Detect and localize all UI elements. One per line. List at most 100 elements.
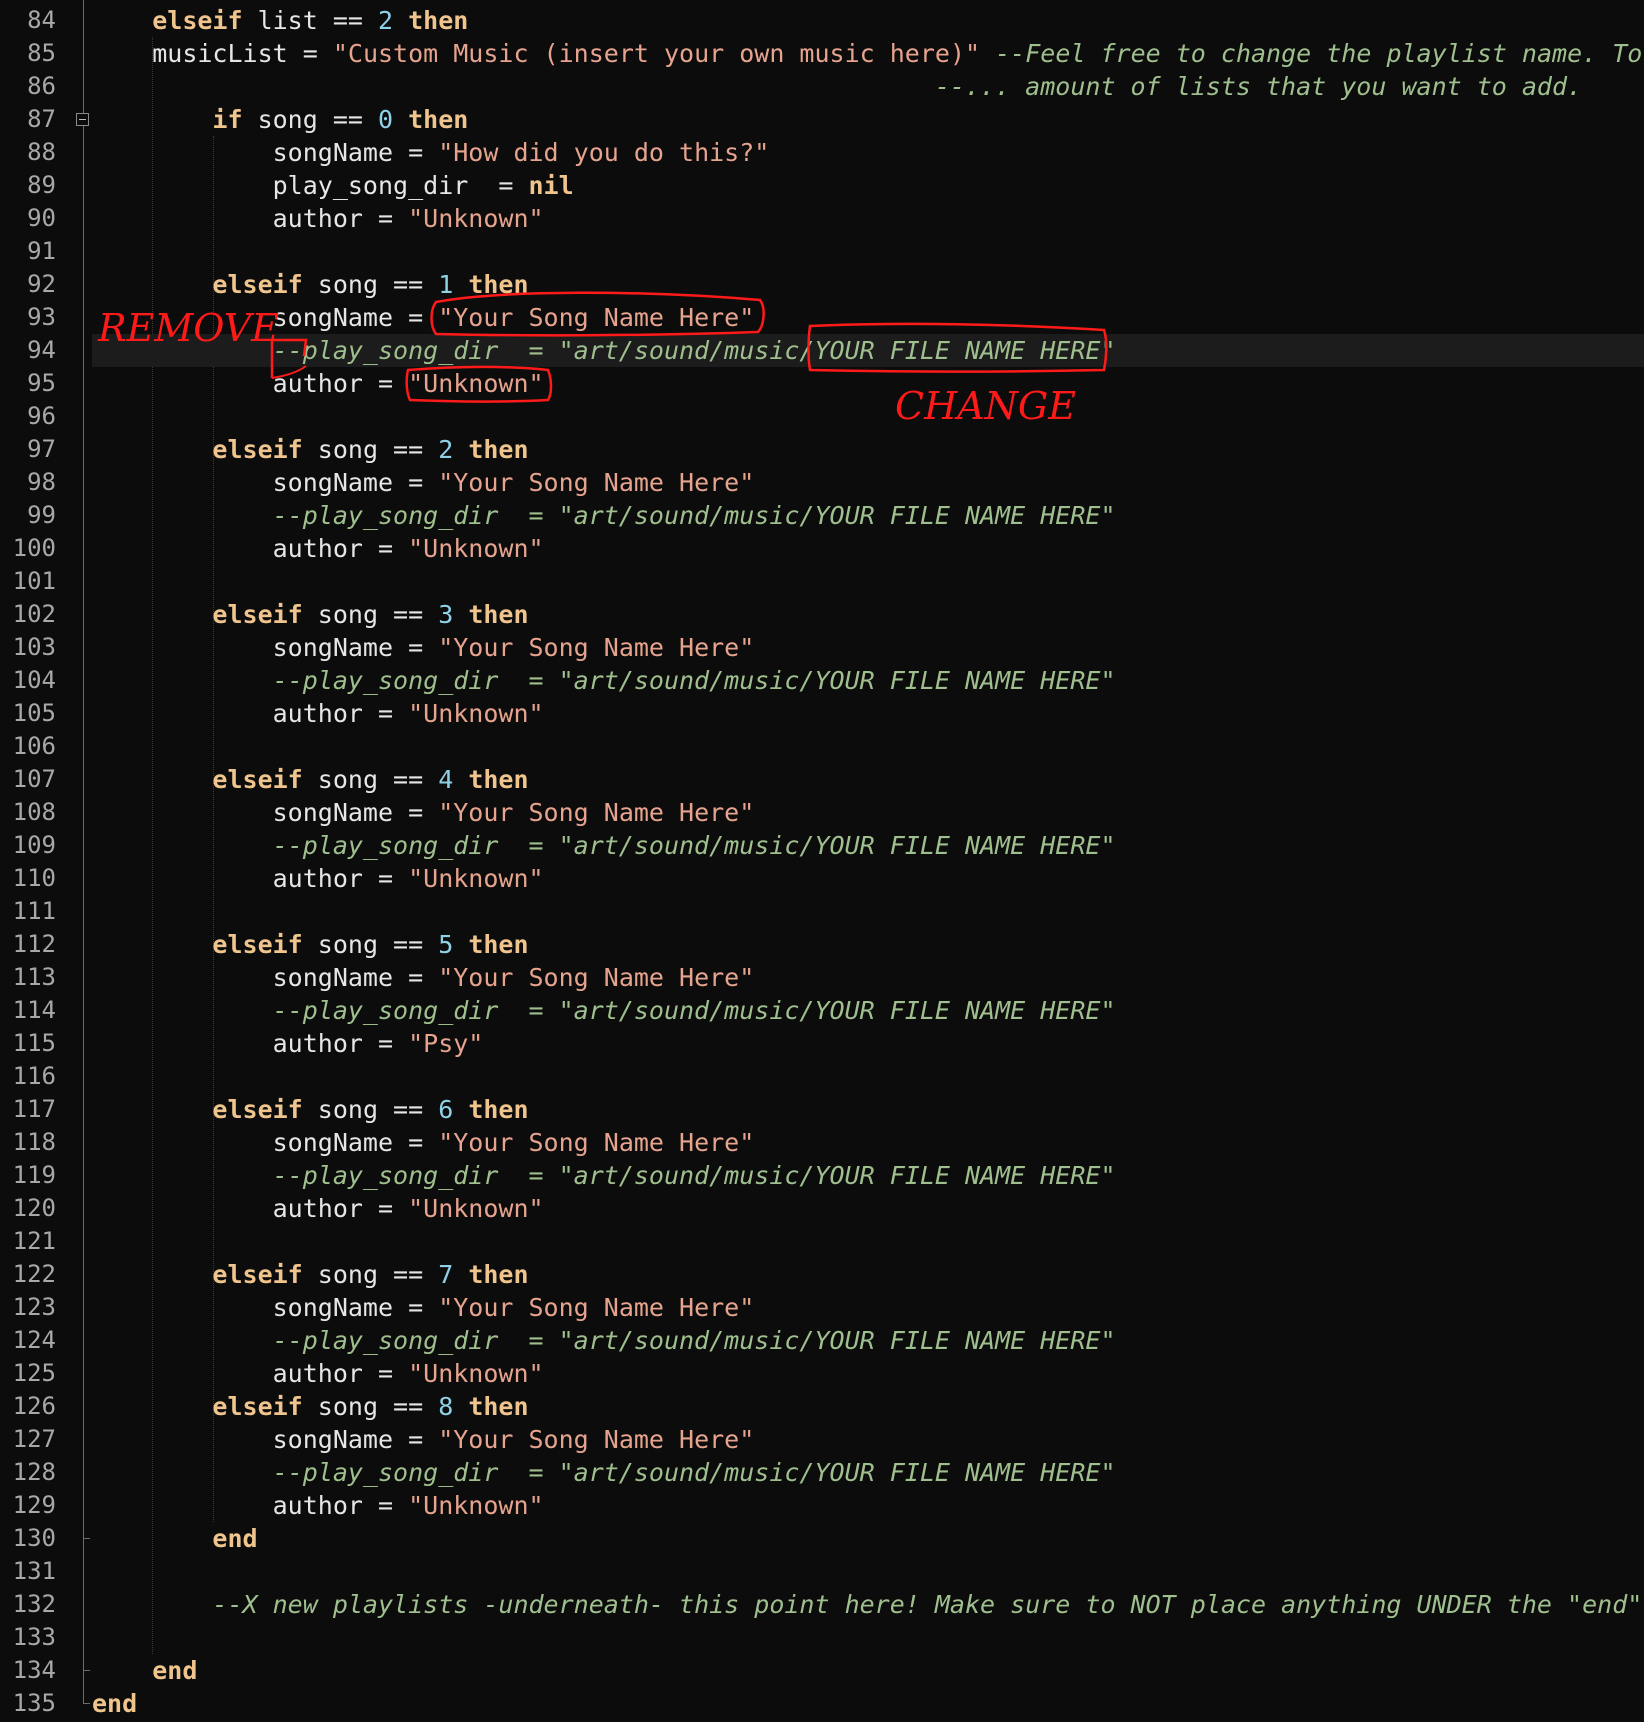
- code-line[interactable]: elseif song == 7 then: [92, 1258, 1644, 1291]
- line-number: 135: [12, 1689, 56, 1717]
- code-line[interactable]: songName = "Your Song Name Here": [92, 631, 1644, 664]
- token-kw: elseif: [212, 765, 303, 794]
- code-line[interactable]: songName = "Your Song Name Here": [92, 301, 1644, 334]
- code-line[interactable]: [92, 1060, 1644, 1093]
- code-line[interactable]: author = "Unknown": [92, 1192, 1644, 1225]
- code-line[interactable]: songName = "Your Song Name Here": [92, 961, 1644, 994]
- token-kw: then: [408, 6, 469, 35]
- code-line[interactable]: end: [92, 1522, 1644, 1555]
- line-number: 124: [12, 1326, 56, 1354]
- code-line[interactable]: elseif song == 1 then: [92, 268, 1644, 301]
- token-id: song ==: [302, 1260, 439, 1289]
- code-line[interactable]: --play_song_dir = "art/sound/music/YOUR …: [92, 1456, 1644, 1489]
- annotation-remove-label: REMOVE: [98, 306, 279, 350]
- line-number: 113: [12, 963, 56, 991]
- code-line[interactable]: songName = "Your Song Name Here": [92, 1423, 1644, 1456]
- code-line[interactable]: elseif song == 5 then: [92, 928, 1644, 961]
- code-line[interactable]: author = "Unknown": [92, 532, 1644, 565]
- code-line[interactable]: [92, 895, 1644, 928]
- code-line[interactable]: [92, 235, 1644, 268]
- line-number: 89: [27, 171, 56, 199]
- line-number: 131: [12, 1557, 56, 1585]
- code-line[interactable]: elseif song == 6 then: [92, 1093, 1644, 1126]
- code-line[interactable]: [92, 400, 1644, 433]
- code-line[interactable]: elseif list == 2 then: [92, 4, 1644, 37]
- line-number: 118: [12, 1128, 56, 1156]
- code-line[interactable]: elseif song == 8 then: [92, 1390, 1644, 1423]
- token-kw: then: [468, 270, 529, 299]
- line-number: 130: [12, 1524, 56, 1552]
- code-line[interactable]: if song == 0 then: [92, 103, 1644, 136]
- code-line[interactable]: --play_song_dir = "art/sound/music/YOUR …: [92, 499, 1644, 532]
- code-line[interactable]: author = "Psy": [92, 1027, 1644, 1060]
- code-line[interactable]: --... amount of lists that you want to a…: [92, 70, 1644, 103]
- line-number: 103: [12, 633, 56, 661]
- code-line[interactable]: end: [92, 1654, 1644, 1687]
- code-line[interactable]: --play_song_dir = "art/sound/music/YOUR …: [92, 664, 1644, 697]
- code-line[interactable]: musicList = "Custom Music (insert your o…: [92, 37, 1644, 70]
- token-cmt: --play_song_dir = "art/sound/music/YOUR …: [272, 1326, 1116, 1355]
- code-line[interactable]: author = "Unknown": [92, 367, 1644, 400]
- line-number: 88: [27, 138, 56, 166]
- fold-guide-line: [83, 0, 84, 1703]
- line-number: 132: [12, 1590, 56, 1618]
- code-line[interactable]: [92, 1621, 1644, 1654]
- code-line[interactable]: end: [92, 1687, 1644, 1720]
- code-line[interactable]: play_song_dir = nil: [92, 169, 1644, 202]
- token-kw: elseif: [212, 930, 303, 959]
- code-line[interactable]: [92, 1225, 1644, 1258]
- code-line[interactable]: author = "Unknown": [92, 1489, 1644, 1522]
- token-kw: end: [212, 1524, 258, 1553]
- code-line[interactable]: --play_song_dir = "art/sound/music/YOUR …: [92, 829, 1644, 862]
- token-kw: then: [468, 1392, 529, 1421]
- code-line[interactable]: songName = "Your Song Name Here": [92, 1291, 1644, 1324]
- code-line[interactable]: songName = "Your Song Name Here": [92, 1126, 1644, 1159]
- token-cmt: --play_song_dir = "art/sound/music/YOUR …: [272, 336, 1116, 365]
- code-line[interactable]: [92, 730, 1644, 763]
- line-number-gutter: 84 85 86 87 88 89 90 91 92 93 94 95 96 97 98 99 100 101 10…: [0, 0, 60, 1722]
- code-line[interactable]: author = "Unknown": [92, 202, 1644, 235]
- code-line[interactable]: [92, 565, 1644, 598]
- code-line[interactable]: songName = "Your Song Name Here": [92, 796, 1644, 829]
- fold-toggle-icon[interactable]: [76, 113, 89, 126]
- line-number: 92: [27, 270, 56, 298]
- line-number: 100: [12, 534, 56, 562]
- code-line[interactable]: author = "Unknown": [92, 697, 1644, 730]
- fold-end-marker: [83, 1703, 90, 1704]
- code-line[interactable]: elseif song == 2 then: [92, 433, 1644, 466]
- code-line[interactable]: songName = "Your Song Name Here": [92, 466, 1644, 499]
- code-line[interactable]: author = "Unknown": [92, 862, 1644, 895]
- token-id: [453, 765, 468, 794]
- code-line[interactable]: --play_song_dir = "art/sound/music/YOUR …: [92, 994, 1644, 1027]
- fold-end-marker: [83, 1538, 90, 1539]
- code-line[interactable]: elseif song == 4 then: [92, 763, 1644, 796]
- code-line[interactable]: songName = "How did you do this?": [92, 136, 1644, 169]
- code-line[interactable]: [92, 1555, 1644, 1588]
- line-number: 119: [12, 1161, 56, 1189]
- code-editor[interactable]: 84 85 86 87 88 89 90 91 92 93 94 95 96 97 98 99 100 101 10…: [0, 0, 1644, 1722]
- annotation-change-label: CHANGE: [895, 384, 1077, 428]
- token-id: songName =: [272, 798, 439, 827]
- code-line[interactable]: --X new playlists -underneath- this poin…: [92, 1588, 1644, 1621]
- code-line[interactable]: author = "Unknown": [92, 1357, 1644, 1390]
- token-cmt: --play_song_dir = "art/sound/music/YOUR …: [272, 831, 1116, 860]
- token-id: author =: [272, 1029, 409, 1058]
- code-line[interactable]: --play_song_dir = "art/sound/music/YOUR …: [92, 1324, 1644, 1357]
- token-id: [980, 39, 995, 68]
- code-line[interactable]: elseif song == 3 then: [92, 598, 1644, 631]
- token-str: "Unknown": [408, 699, 544, 728]
- line-number: 120: [12, 1194, 56, 1222]
- code-line[interactable]: --play_song_dir = "art/sound/music/YOUR …: [92, 334, 1644, 367]
- token-str: "Custom Music (insert your own music her…: [332, 39, 981, 68]
- code-line[interactable]: --play_song_dir = "art/sound/music/YOUR …: [92, 1159, 1644, 1192]
- token-id: songName =: [272, 468, 439, 497]
- token-num: 3: [438, 600, 454, 629]
- token-str: "Your Song Name Here": [438, 468, 755, 497]
- line-number: 86: [27, 72, 56, 100]
